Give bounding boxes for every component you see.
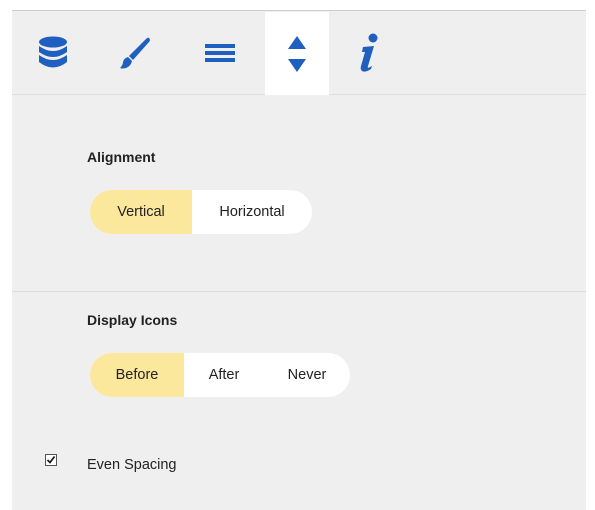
alignment-horizontal-option[interactable]: Horizontal bbox=[192, 190, 312, 234]
tab-info[interactable] bbox=[338, 12, 400, 94]
display-icons-after-option[interactable]: After bbox=[184, 353, 264, 397]
tab-style[interactable] bbox=[104, 12, 166, 94]
sort-icon bbox=[286, 34, 308, 74]
display-icons-segmented-control: Before After Never bbox=[90, 353, 350, 397]
settings-panel: Alignment Vertical Horizontal Display Ic… bbox=[12, 10, 586, 510]
alignment-segmented-control: Vertical Horizontal bbox=[90, 190, 312, 234]
alignment-title: Alignment bbox=[87, 149, 156, 165]
display-icons-never-option[interactable]: Never bbox=[264, 353, 350, 397]
list-icon bbox=[205, 42, 235, 64]
tab-format[interactable] bbox=[189, 12, 251, 94]
checkmark-icon bbox=[46, 456, 56, 464]
database-icon bbox=[38, 36, 68, 70]
display-icons-before-option[interactable]: Before bbox=[90, 353, 184, 397]
even-spacing-checkbox[interactable] bbox=[45, 454, 57, 466]
section-divider bbox=[12, 291, 586, 292]
brush-icon bbox=[118, 36, 152, 70]
tab-bar bbox=[12, 10, 586, 95]
even-spacing-label: Even Spacing bbox=[87, 457, 177, 473]
alignment-vertical-option[interactable]: Vertical bbox=[90, 190, 192, 234]
display-icons-title: Display Icons bbox=[87, 312, 178, 328]
tab-data[interactable] bbox=[22, 12, 84, 94]
even-spacing-row bbox=[45, 454, 57, 466]
info-icon bbox=[358, 33, 380, 73]
tab-layout[interactable] bbox=[265, 12, 329, 95]
